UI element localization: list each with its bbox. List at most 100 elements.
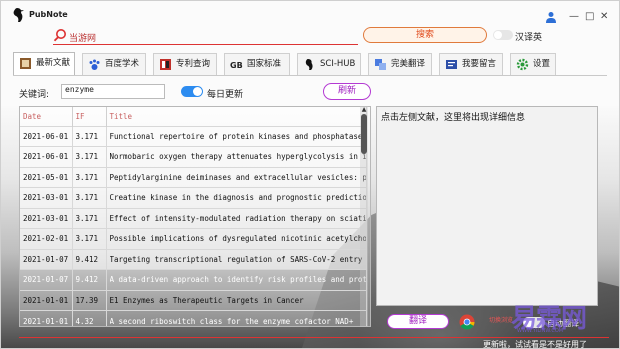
tab-settings[interactable]: 设置: [510, 53, 556, 75]
refresh-button[interactable]: 刷新: [323, 83, 371, 100]
cell-title: Peptidylarginine deiminases and extracel…: [109, 172, 366, 182]
app-title: PubNote: [29, 10, 68, 19]
cell-date: 2021-01-07: [20, 248, 73, 270]
book-icon: [20, 58, 31, 69]
cell-title: Functional repertoire of protein kinases…: [109, 131, 366, 141]
tab-leave-message[interactable]: 我要留言: [439, 53, 503, 75]
daily-update-label: 每日更新: [207, 90, 244, 100]
close-button[interactable]: ✕: [600, 12, 608, 22]
cell-title: Normobaric oxygen therapy attenuates hyp…: [109, 152, 366, 162]
tab-label: 最新文献: [36, 58, 71, 68]
cell-date: 2021-01-01: [20, 289, 73, 311]
tab-divider: [13, 75, 607, 76]
cell-if: 9.412: [72, 248, 107, 270]
cell-date: 2021-03-01: [20, 187, 73, 208]
translate-icon: [375, 59, 386, 70]
gb-icon: GB: [230, 61, 243, 70]
translate-button[interactable]: 翻译: [387, 314, 449, 329]
cell-date: 2021-02-01: [20, 228, 73, 249]
chrome-icon[interactable]: [459, 314, 475, 330]
raven-logo-icon: [13, 8, 24, 22]
keyword-label: 关键词:: [19, 90, 50, 100]
maximize-button[interactable]: □: [585, 12, 594, 22]
detail-panel[interactable]: 点击左侧文献，这里将出现详细信息: [376, 106, 598, 306]
table-row[interactable]: 2021-01-07 9.412 A data-driven approach …: [20, 269, 367, 290]
cell-if: 3.171: [72, 146, 107, 167]
cell-date: 2021-03-01: [20, 207, 73, 229]
table-row[interactable]: 2021-02-01 3.171 Possible implications o…: [20, 228, 367, 249]
status-divider: [19, 337, 609, 338]
user-icon[interactable]: [545, 11, 557, 23]
gear-icon: [516, 58, 529, 71]
search-underline: [53, 44, 358, 45]
daily-update-toggle[interactable]: [181, 86, 203, 97]
message-icon: [446, 60, 457, 69]
cell-if: 3.171: [72, 207, 107, 229]
table-row[interactable]: 2021-05-01 3.171 Peptidylarginine deimin…: [20, 166, 367, 188]
table-row[interactable]: 2021-03-01 3.171 Creatine kinase in the …: [20, 187, 367, 208]
cell-if: 4.32: [72, 310, 107, 326]
cell-date: 2021-01-01: [20, 310, 73, 326]
cell-if: 3.171: [72, 187, 107, 208]
literature-table: Date IF Title 2021-06-01 3.171 Functiona…: [19, 106, 371, 327]
header-date[interactable]: Date: [20, 107, 73, 126]
search-button[interactable]: 搜索: [363, 27, 487, 43]
cell-title: E1 Enzymes as Therapeutic Targets in Can…: [109, 295, 304, 305]
status-message: 更新啦，试试看是不是好用了: [483, 340, 587, 349]
table-scrollbar[interactable]: ▲: [360, 106, 368, 327]
cell-if: 17.39: [72, 289, 107, 311]
cell-date: 2021-06-01: [20, 125, 73, 147]
detail-placeholder: 点击左侧文献，这里将出现详细信息: [381, 113, 526, 123]
cell-if: 3.171: [72, 125, 107, 147]
cell-title: A data-driven approach to identify risk …: [109, 275, 366, 285]
minimize-button[interactable]: —: [569, 12, 579, 22]
header-if[interactable]: IF: [72, 107, 107, 126]
raven-icon: [305, 59, 313, 70]
app-window: PubNote — □ ✕ 当游网 搜索 汉译英 最新文献 百度学术 专利查询 …: [0, 0, 620, 349]
scroll-up-icon[interactable]: ▲: [360, 106, 368, 113]
table-header-row: Date IF Title: [20, 107, 367, 126]
translate-direction-toggle[interactable]: [493, 30, 513, 40]
tab-label: 百度学术: [105, 59, 140, 69]
svg-text:GB: GB: [230, 61, 243, 70]
cell-title: Targeting transcriptional regulation of …: [109, 254, 366, 264]
tab-national-standard[interactable]: GB 国家标准: [224, 53, 290, 75]
header-title[interactable]: Title: [106, 107, 367, 126]
cell-title: Possible implications of dysregulated ni…: [109, 234, 366, 244]
table-row[interactable]: 2021-01-07 9.412 Targeting transcription…: [20, 248, 367, 270]
translate-direction-label: 汉译英: [515, 33, 543, 43]
tab-label: 专利查询: [176, 59, 211, 69]
cell-title: Creatine kinase in the diagnosis and pro…: [109, 193, 366, 203]
cell-date: 2021-05-01: [20, 166, 73, 188]
table-row[interactable]: 2021-01-01 17.39 E1 Enzymes as Therapeut…: [20, 289, 367, 311]
title-bar: PubNote — □ ✕: [1, 1, 619, 27]
cell-if: 3.171: [72, 166, 107, 188]
cell-date: 2021-01-07: [20, 269, 73, 290]
paw-icon: [89, 59, 100, 70]
cell-if: 9.412: [72, 269, 107, 290]
table-row[interactable]: 2021-01-01 4.32 A second riboswitch clas…: [20, 310, 367, 326]
cell-date: 2021-06-01: [20, 146, 73, 167]
tab-label: 设置: [533, 59, 551, 69]
scrollbar-thumb[interactable]: [361, 114, 367, 154]
tab-label: 国家标准: [247, 59, 282, 69]
tab-patent-search[interactable]: 专利查询: [153, 53, 217, 75]
search-icon[interactable]: [53, 28, 67, 42]
browser-switch-text: 切换浏览: [489, 317, 514, 324]
tab-perfect-translation[interactable]: 完美翻译: [368, 53, 432, 75]
tab-label: SCI-HUB: [320, 59, 356, 69]
cell-if: 3.171: [72, 228, 107, 249]
tab-latest-literature[interactable]: 最新文献: [13, 52, 75, 76]
cell-title: A second riboswitch class for the enzyme…: [109, 316, 354, 326]
tab-label: 完美翻译: [391, 59, 426, 69]
cell-title: Effect of intensity-modulated radiation …: [109, 213, 366, 223]
tab-label: 我要留言: [462, 59, 497, 69]
tab-baidu-scholar[interactable]: 百度学术: [82, 53, 146, 75]
patent-icon: [160, 59, 171, 70]
keyword-input[interactable]: enzyme: [61, 84, 165, 99]
table-row[interactable]: 2021-06-01 3.171 Normobaric oxygen thera…: [20, 146, 367, 167]
table-row[interactable]: 2021-06-01 3.171 Functional repertoire o…: [20, 125, 367, 147]
tab-sci-hub[interactable]: SCI-HUB: [297, 53, 361, 75]
search-engine-label[interactable]: 当游网: [69, 31, 96, 44]
table-row[interactable]: 2021-03-01 3.171 Effect of intensity-mod…: [20, 207, 367, 229]
